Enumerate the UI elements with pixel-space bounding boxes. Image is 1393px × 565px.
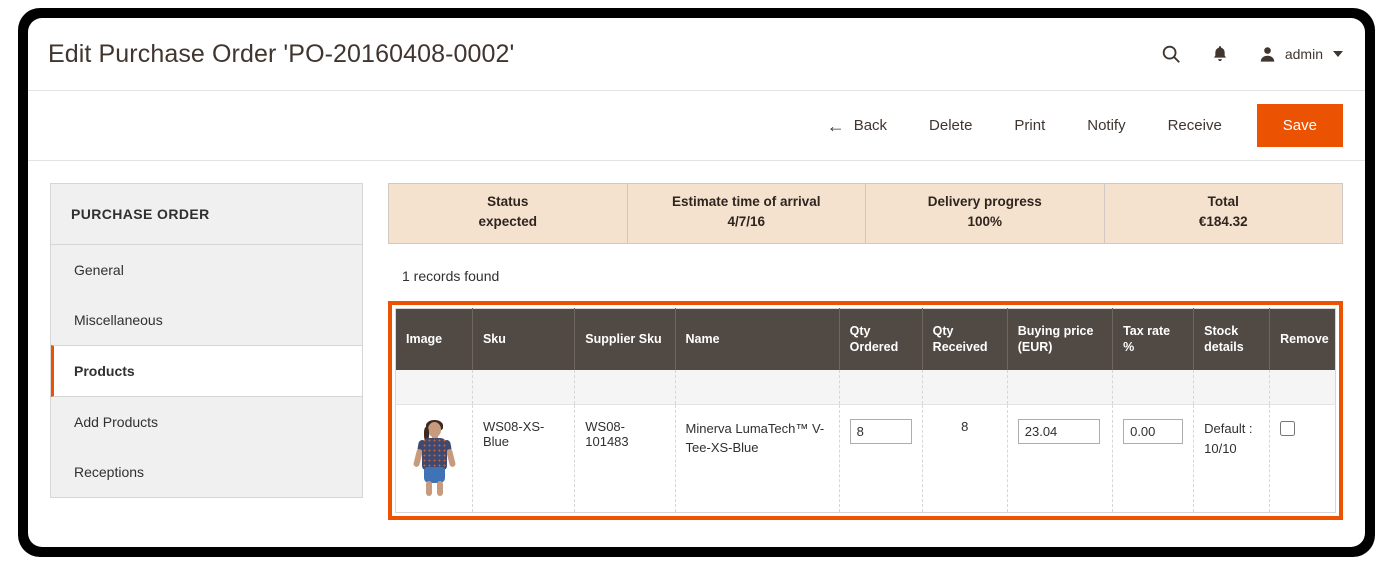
device-frame: Edit Purchase Order 'PO-20160408-0002' a… — [18, 8, 1375, 557]
sidebar-title: PURCHASE ORDER — [51, 184, 362, 245]
cell-supplier-sku: WS08-101483 — [574, 404, 676, 513]
filter-cell-name[interactable] — [675, 370, 840, 405]
eta-value: 4/7/16 — [727, 214, 766, 230]
filter-cell-remove — [1269, 370, 1336, 405]
filter-cell-image — [395, 370, 473, 405]
save-button[interactable]: Save — [1256, 104, 1343, 147]
sidebar-item-receptions[interactable]: Receptions — [51, 447, 362, 497]
products-table: Image Sku Supplier Sku Name Qty Ordered … — [395, 307, 1336, 513]
main-content: Status expected Estimate time of arrival… — [388, 183, 1343, 546]
admin-menu[interactable]: admin — [1258, 45, 1343, 64]
cell-product-name: Minerva LumaTech™ V-Tee-XS-Blue — [675, 404, 840, 513]
eta-label: Estimate time of arrival — [671, 194, 821, 209]
user-avatar-icon — [1258, 45, 1277, 64]
filter-cell-qty-received[interactable] — [922, 370, 1008, 405]
status-cell-delivery-progress: Delivery progress 100% — [866, 184, 1105, 243]
filter-cell-buying-price[interactable] — [1007, 370, 1114, 405]
column-header-remove[interactable]: Remove — [1269, 308, 1336, 371]
column-header-supplier-sku[interactable]: Supplier Sku — [574, 308, 676, 371]
sidebar-item-products[interactable]: Products — [51, 345, 362, 397]
total-label: Total — [1207, 194, 1239, 209]
records-found-text: 1 records found — [402, 267, 500, 284]
notify-button[interactable]: Notify — [1066, 109, 1146, 142]
bell-icon[interactable] — [1210, 43, 1230, 65]
products-table-filter-row — [395, 370, 1336, 405]
delivery-progress-label: Delivery progress — [927, 194, 1042, 209]
search-icon[interactable] — [1160, 43, 1182, 65]
back-button-label: Back — [853, 117, 888, 134]
tax-rate-input[interactable] — [1123, 418, 1184, 444]
cell-buying-price — [1007, 404, 1114, 513]
column-header-tax-rate[interactable]: Tax rate % — [1112, 308, 1195, 371]
cell-stock-details: Default : 10/10 — [1193, 404, 1271, 513]
column-header-buying-price[interactable]: Buying price (EUR) — [1007, 308, 1114, 371]
print-button[interactable]: Print — [993, 109, 1066, 142]
column-header-name[interactable]: Name — [675, 308, 840, 371]
status-summary-bar: Status expected Estimate time of arrival… — [388, 183, 1343, 244]
sidebar-item-general[interactable]: General — [51, 245, 362, 295]
stock-details-value: 10/10 — [1204, 440, 1237, 456]
cell-remove — [1269, 404, 1336, 513]
header-actions: admin — [1160, 43, 1343, 65]
page-title: Edit Purchase Order 'PO-20160408-0002' — [48, 39, 515, 68]
cell-qty-ordered — [839, 404, 923, 513]
delivery-progress-value: 100% — [967, 214, 1003, 230]
admin-page: Edit Purchase Order 'PO-20160408-0002' a… — [28, 18, 1365, 547]
column-header-stock-details[interactable]: Stock details — [1193, 308, 1271, 371]
chevron-down-icon — [1333, 51, 1343, 57]
product-thumbnail-icon — [407, 418, 460, 498]
cell-qty-received: 8 — [922, 404, 1008, 513]
column-header-qty-received[interactable]: Qty Received — [922, 308, 1008, 371]
admin-username: admin — [1284, 46, 1323, 62]
products-table-highlight: Image Sku Supplier Sku Name Qty Ordered … — [388, 300, 1343, 520]
filter-cell-sku[interactable] — [472, 370, 576, 405]
table-row: WS08-XS-Blue WS08-101483 Minerva LumaTec… — [395, 404, 1336, 513]
back-button[interactable]: ← Back — [806, 109, 908, 143]
status-cell-status: Status expected — [389, 184, 628, 243]
filter-cell-tax-rate[interactable] — [1112, 370, 1195, 405]
cell-tax-rate — [1112, 404, 1195, 513]
cell-product-image — [395, 404, 473, 513]
purchase-order-sidebar: PURCHASE ORDER General Miscellaneous Pro… — [50, 183, 363, 498]
stock-details-label: Default : — [1204, 420, 1253, 436]
total-value: €184.32 — [1198, 214, 1248, 230]
sidebar-item-miscellaneous[interactable]: Miscellaneous — [51, 295, 362, 345]
cell-sku: WS08-XS-Blue — [472, 404, 576, 513]
column-header-qty-ordered[interactable]: Qty Ordered — [839, 308, 923, 371]
column-header-image[interactable]: Image — [395, 308, 473, 371]
status-label: Status — [487, 194, 529, 209]
qty-ordered-input[interactable] — [849, 418, 912, 444]
remove-checkbox[interactable] — [1280, 420, 1296, 436]
page-header: Edit Purchase Order 'PO-20160408-0002' a… — [28, 18, 1365, 91]
page-body: PURCHASE ORDER General Miscellaneous Pro… — [28, 161, 1365, 546]
action-toolbar: ← Back Delete Print Notify Receive Save — [28, 91, 1365, 161]
column-header-sku[interactable]: Sku — [472, 308, 576, 371]
filter-cell-supplier-sku[interactable] — [574, 370, 676, 405]
delete-button[interactable]: Delete — [908, 109, 993, 142]
status-cell-eta: Estimate time of arrival 4/7/16 — [628, 184, 866, 243]
filter-cell-qty-ordered[interactable] — [839, 370, 923, 405]
products-table-header-row: Image Sku Supplier Sku Name Qty Ordered … — [395, 308, 1336, 371]
status-value: expected — [478, 214, 538, 230]
arrow-left-icon: ← — [826, 115, 845, 136]
buying-price-input[interactable] — [1017, 418, 1100, 444]
screenshot-root: Edit Purchase Order 'PO-20160408-0002' a… — [0, 0, 1393, 565]
status-cell-total: Total €184.32 — [1105, 184, 1343, 243]
receive-button[interactable]: Receive — [1147, 109, 1243, 142]
filter-cell-stock-details[interactable] — [1193, 370, 1271, 405]
sidebar-item-add-products[interactable]: Add Products — [51, 397, 362, 447]
